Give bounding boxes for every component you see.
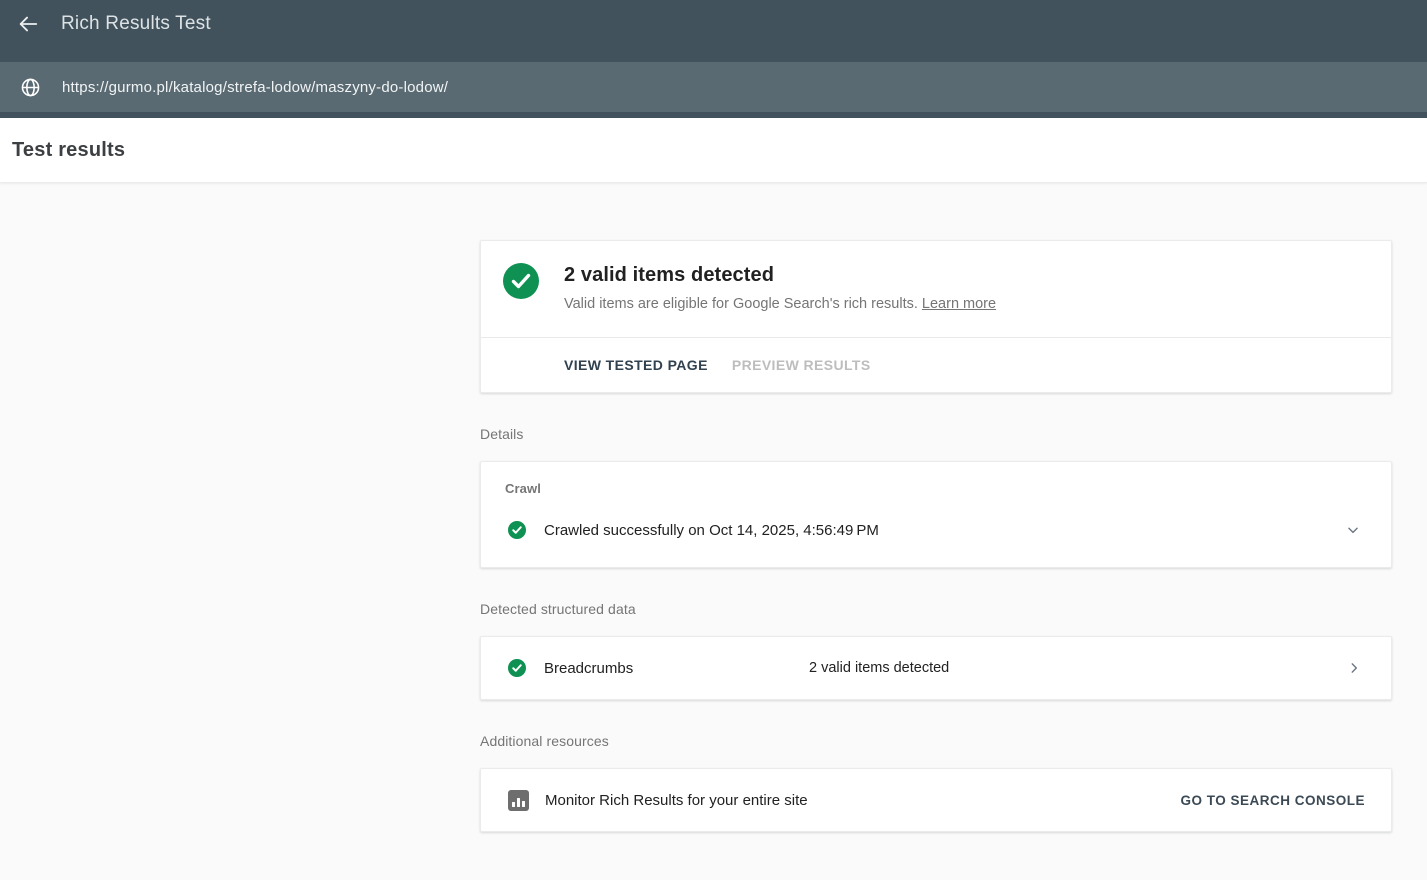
monitor-rich-results-row: Monitor Rich Results for your entire sit… [481, 769, 1391, 831]
result-summary: 2 valid items detected Valid items are e… [481, 241, 1391, 337]
result-subtext: Valid items are eligible for Google Sear… [564, 296, 996, 312]
details-section-label: Details [480, 426, 1392, 442]
structured-data-row-breadcrumbs[interactable]: Breadcrumbs 2 valid items detected [481, 637, 1391, 699]
page-title: Test results [12, 139, 125, 162]
learn-more-link[interactable]: Learn more [922, 296, 996, 312]
result-actions: VIEW TESTED PAGE PREVIEW RESULTS [481, 338, 1391, 392]
result-headline: 2 valid items detected [564, 264, 996, 287]
monitor-rich-results-label: Monitor Rich Results for your entire sit… [545, 792, 808, 809]
result-summary-card: 2 valid items detected Valid items are e… [480, 240, 1392, 393]
structured-data-status: 2 valid items detected [809, 660, 949, 676]
content-area: 2 valid items detected Valid items are e… [0, 183, 1427, 880]
check-circle-icon [503, 263, 539, 299]
check-circle-icon [508, 521, 526, 539]
back-button[interactable] [8, 4, 48, 44]
tested-url: https://gurmo.pl/katalog/strefa-lodow/ma… [62, 79, 448, 96]
chevron-down-icon[interactable] [1346, 523, 1360, 537]
check-circle-icon [508, 659, 526, 677]
go-to-search-console-button[interactable]: GO TO SEARCH CONSOLE [1180, 793, 1365, 808]
page-heading-bar: Test results [0, 118, 1427, 183]
crawl-details-card: Crawl Crawled successfully on Oct 14, 20… [480, 461, 1392, 568]
crawl-status-row[interactable]: Crawled successfully on Oct 14, 2025, 4:… [505, 521, 1367, 539]
view-tested-page-button[interactable]: VIEW TESTED PAGE [564, 351, 708, 379]
app-title: Rich Results Test [61, 13, 211, 35]
globe-icon [10, 67, 50, 107]
app-header: Rich Results Test https://gurmo.pl/katal… [0, 0, 1427, 118]
preview-results-button: PREVIEW RESULTS [732, 351, 871, 379]
structured-data-card: Breadcrumbs 2 valid items detected [480, 636, 1392, 700]
additional-resources-section-label: Additional resources [480, 733, 1392, 749]
back-arrow-icon [17, 13, 39, 35]
top-toolbar: Rich Results Test [0, 0, 1427, 48]
bar-chart-icon [508, 790, 529, 811]
url-bar[interactable]: https://gurmo.pl/katalog/strefa-lodow/ma… [0, 62, 1427, 112]
structured-data-section-label: Detected structured data [480, 601, 1392, 617]
crawl-status-text: Crawled successfully on Oct 14, 2025, 4:… [544, 522, 879, 539]
additional-resources-card: Monitor Rich Results for your entire sit… [480, 768, 1392, 832]
crawl-label: Crawl [505, 481, 1367, 496]
chevron-right-icon [1347, 661, 1361, 675]
structured-data-type: Breadcrumbs [544, 660, 633, 677]
